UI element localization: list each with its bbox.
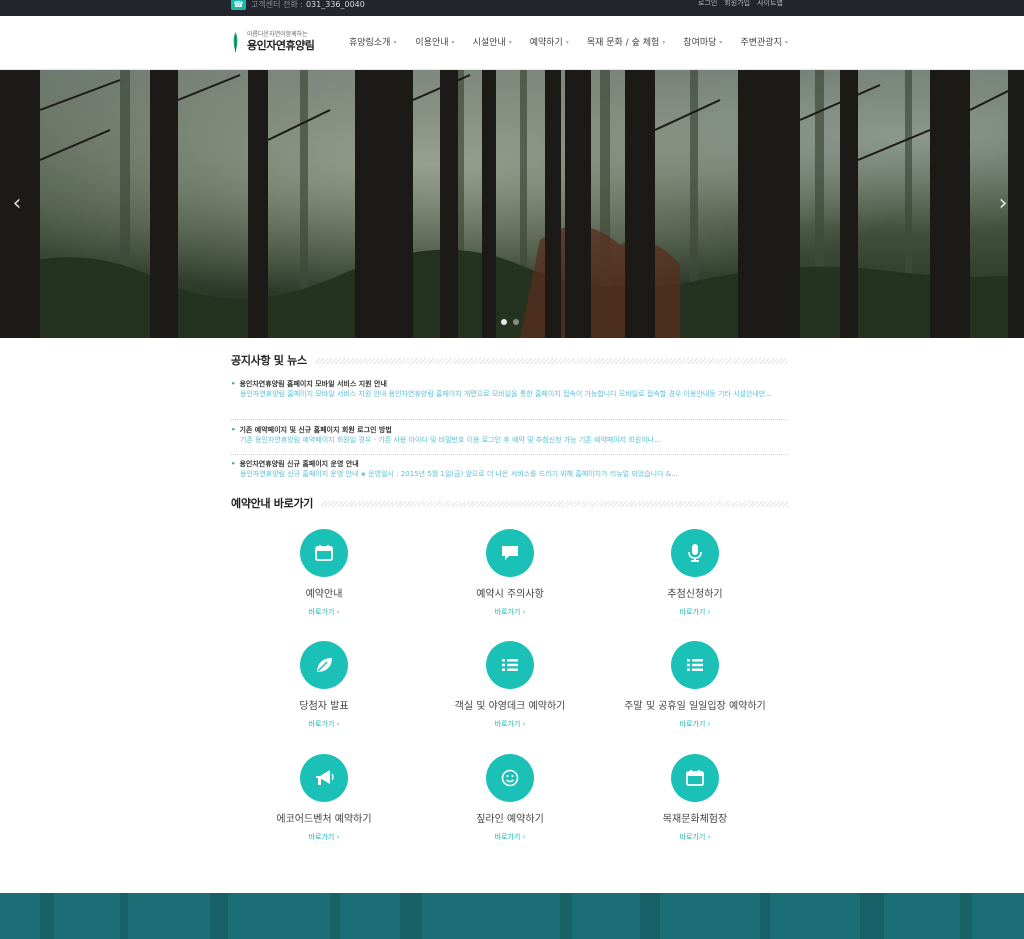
login-link[interactable]: 로그인	[698, 0, 717, 7]
site-logo[interactable]: 아름다운자연이함께하는 용인자연휴양림	[232, 30, 322, 56]
shortcut-label: 추첨신청하기	[667, 589, 723, 600]
news-item-title-row: • 용인자연휴양림 신규 홈페이지 운영 안내	[231, 460, 359, 469]
smile-icon[interactable]	[486, 754, 534, 802]
slider-dot[interactable]	[513, 319, 519, 325]
footer-banner	[0, 893, 1024, 939]
shortcut-link[interactable]: 바로가기 ›	[585, 720, 805, 729]
footer-forest-image	[0, 893, 1024, 939]
slider-dot[interactable]	[501, 319, 507, 325]
nav-item-community[interactable]: 참여마당 ▾	[683, 37, 722, 49]
news-section-header: 공지사항 및 뉴스	[231, 354, 788, 368]
nav-item-about[interactable]: 휴양림소개 ▾	[349, 37, 396, 49]
customer-center-number: 031_336_0040	[305, 0, 365, 9]
news-item[interactable]: • 용인자연휴양림 신규 홈페이지 운영 안내 용인자연휴양림 신규 홈페이지 운…	[231, 460, 788, 486]
news-item-desc: 용인자연휴양림 홈페이지 모바일 서비스 지원 안내 용인자연휴양림 홈페이지 …	[240, 390, 772, 398]
nav-item-guide[interactable]: 이용안내 ▾	[415, 37, 454, 49]
chevron-down-icon: ▾	[784, 39, 788, 46]
customer-center: ☎ 고객센터 전화 : 031_336_0040	[231, 0, 365, 10]
news-item-title-row: • 기존 예약페이지 및 신규 홈페이지 회원 로그인 방법	[231, 426, 392, 435]
shortcut-wood-culture-center[interactable]: 목재문화체험장 바로가기 ›	[585, 754, 805, 850]
slider-pagination	[501, 319, 519, 325]
chevron-down-icon: ▾	[565, 39, 569, 46]
shortcut-section-header: 예약안내 바로가기	[231, 497, 788, 511]
chevron-down-icon: ▾	[393, 39, 397, 46]
shortcut-section-title: 예약안내 바로가기	[231, 497, 314, 510]
calendar-icon[interactable]	[671, 754, 719, 802]
shortcut-label: 목재문화체험장	[662, 814, 728, 825]
shortcut-lottery-apply[interactable]: 추첨신청하기 바로가기 ›	[585, 529, 805, 625]
nav-item-tourism[interactable]: 주변관광지 ▾	[740, 37, 787, 49]
shortcut-label: 주말 및 공휴일 일일입장 예약하기	[624, 701, 766, 712]
utility-links: 로그인 회원가입 사이트맵	[698, 0, 783, 8]
nav-label: 참여마당	[683, 38, 717, 48]
news-item-desc: 기존 용인자연휴양림 예약페이지 회원일 경우 - 기존 사용 아이디 및 비밀…	[240, 436, 661, 444]
nav-label: 이용안내	[415, 38, 449, 48]
slider-prev-button[interactable]: ‹	[7, 192, 27, 216]
list-icon[interactable]	[671, 641, 719, 689]
chevron-down-icon: ▾	[451, 39, 455, 46]
chevron-down-icon: ▾	[508, 39, 512, 46]
news-section-title: 공지사항 및 뉴스	[231, 354, 307, 367]
news-item-title[interactable]: 용인자연휴양림 신규 홈페이지 운영 안내	[239, 460, 358, 468]
news-item[interactable]: • 용인자연휴양림 홈페이지 모바일 서비스 지원 안내 용인자연휴양림 홈페이지…	[231, 380, 788, 420]
news-item-title[interactable]: 기존 예약페이지 및 신규 홈페이지 회원 로그인 방법	[239, 426, 391, 434]
shortcut-day-entry-reservation[interactable]: 주말 및 공휴일 일일입장 예약하기 바로가기 ›	[585, 641, 805, 737]
list-icon[interactable]	[486, 641, 534, 689]
bullet-icon: •	[231, 380, 236, 388]
calendar-icon[interactable]	[300, 529, 348, 577]
leaf-icon[interactable]	[300, 641, 348, 689]
bullet-icon: •	[231, 426, 236, 434]
hero-slider: ‹ ›	[0, 70, 1024, 338]
news-item-title-row: • 용인자연휴양림 홈페이지 모바일 서비스 지원 안내	[231, 380, 387, 389]
shortcut-link[interactable]: 바로가기 ›	[585, 608, 805, 617]
phone-icon: ☎	[231, 0, 246, 10]
nav-item-facilities[interactable]: 시설안내 ▾	[473, 37, 512, 49]
divider	[314, 358, 788, 364]
logo-tagline: 아름다운자연이함께하는	[247, 31, 308, 38]
chevron-down-icon: ▾	[719, 39, 723, 46]
chat-icon[interactable]	[486, 529, 534, 577]
chevron-down-icon: ▾	[662, 39, 666, 46]
nav-label: 휴양림소개	[349, 38, 391, 48]
news-item-desc: 용인자연휴양림 신규 홈페이지 운영 안내 ◈ 운영일시 : 2015년 5월 …	[240, 470, 678, 478]
signup-link[interactable]: 회원가입	[724, 0, 750, 7]
microphone-icon[interactable]	[671, 529, 719, 577]
nav-item-wood-culture[interactable]: 목재 문화 / 숲 체험 ▾	[587, 37, 665, 49]
logo-name: 용인자연휴양림	[247, 39, 315, 52]
customer-center-label: 고객센터 전화 :	[251, 0, 303, 9]
news-item-title[interactable]: 용인자연휴양림 홈페이지 모바일 서비스 지원 안내	[239, 380, 386, 388]
nav-label: 예약하기	[529, 38, 563, 48]
slider-next-button[interactable]: ›	[993, 192, 1013, 216]
top-utility-bar: ☎ 고객센터 전화 : 031_336_0040 로그인 회원가입 사이트맵	[0, 0, 1024, 16]
nav-label: 시설안내	[472, 38, 506, 48]
divider	[321, 501, 788, 507]
sitemap-link[interactable]: 사이트맵	[757, 0, 783, 7]
megaphone-icon[interactable]	[300, 754, 348, 802]
site-header: 아름다운자연이함께하는 용인자연휴양림 휴양림소개 ▾ 이용안내 ▾ 시설안내 ▾ 예…	[0, 16, 1024, 70]
shortcut-link[interactable]: 바로가기 ›	[585, 833, 805, 842]
nav-label: 주변관광지	[740, 38, 782, 48]
forest-image	[0, 70, 1024, 338]
nav-item-reservation[interactable]: 예약하기 ▾	[530, 37, 569, 49]
logo-leaf-icon	[233, 32, 238, 52]
nav-label: 목재 문화 / 숲 체험	[586, 38, 660, 48]
main-navigation: 휴양림소개 ▾ 이용안내 ▾ 시설안내 ▾ 예약하기 ▾ 목재 문화 / 숲 체험 ▾ 참…	[349, 37, 788, 49]
news-item[interactable]: • 기존 예약페이지 및 신규 홈페이지 회원 로그인 방법 기존 용인자연휴양림…	[231, 426, 788, 455]
bullet-icon: •	[231, 460, 236, 468]
